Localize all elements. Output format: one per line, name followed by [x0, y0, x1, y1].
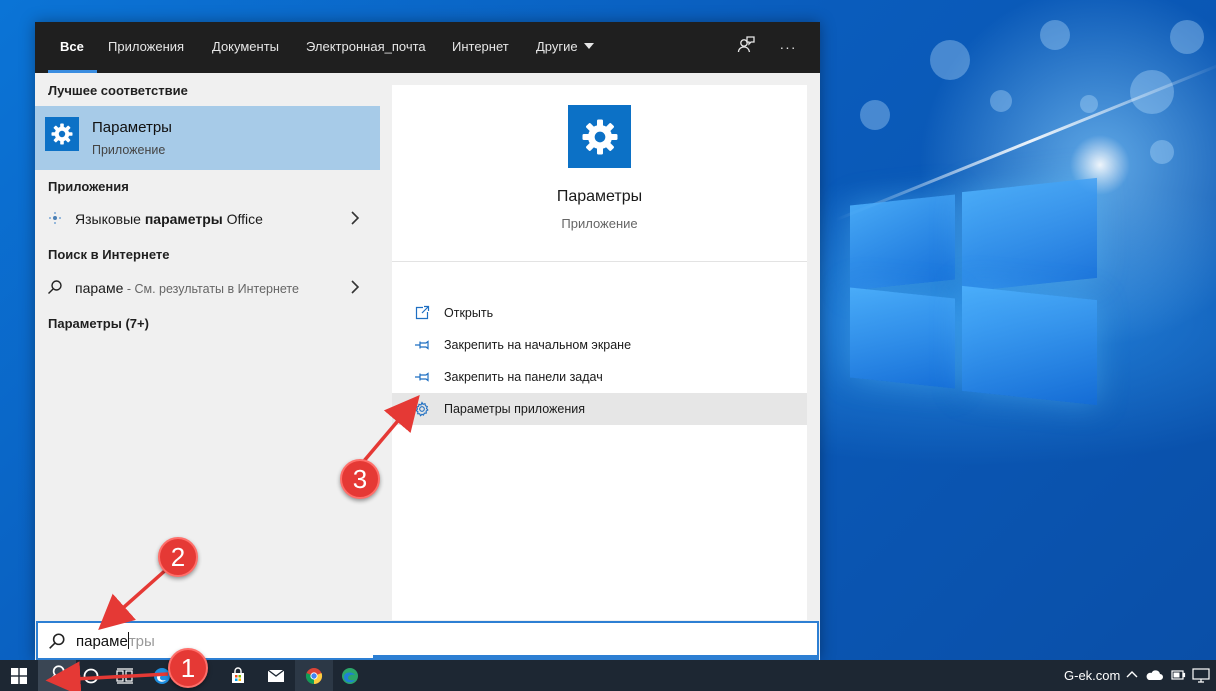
list-item-label: Языковые параметры Office: [75, 211, 263, 227]
cortana-icon[interactable]: [72, 660, 110, 691]
action-pin-start[interactable]: Закрепить на начальном экране: [392, 329, 807, 361]
search-icon: [48, 632, 66, 650]
windows-logo-pane: [850, 194, 955, 291]
tab-apps[interactable]: Приложения: [108, 22, 184, 73]
action-app-settings[interactable]: Параметры приложения: [392, 393, 807, 425]
search-icon: [48, 664, 66, 687]
action-label: Закрепить на панели задач: [444, 370, 603, 384]
chevron-up-icon[interactable]: [1124, 667, 1142, 685]
tray-site-label: G-ek.com: [1064, 668, 1121, 683]
best-match-settings[interactable]: Параметры Приложение: [35, 106, 380, 170]
battery-icon[interactable]: [1170, 667, 1188, 685]
search-text: параметры: [76, 632, 155, 650]
pin-icon: [414, 369, 430, 385]
mail-icon[interactable]: [257, 660, 295, 691]
more-options-icon[interactable]: ···: [776, 35, 800, 59]
action-pin-taskbar[interactable]: Закрепить на панели задач: [392, 361, 807, 393]
taskbar-search-button[interactable]: [38, 660, 76, 691]
windows-logo-pane: [962, 285, 1097, 406]
search-autocomplete-hint: тры: [128, 633, 155, 650]
best-match-title: Параметры: [92, 119, 172, 136]
tab-more[interactable]: Другие: [536, 22, 594, 73]
network-icon[interactable]: [1192, 667, 1210, 685]
annotation-badge-1: 1: [168, 648, 208, 688]
windows-logo-pane: [962, 177, 1097, 293]
caret-down-icon: [583, 43, 594, 49]
search-focus-line: [373, 655, 817, 658]
search-typed-text: параме: [76, 633, 128, 650]
windows-logo-pane: [850, 287, 955, 389]
apps-header: Приложения: [48, 179, 129, 194]
search-panel: Все Приложения Документы Электронная_поч…: [35, 22, 820, 660]
office-language-icon: [47, 210, 63, 226]
preview-subtitle: Приложение: [561, 216, 638, 231]
action-open[interactable]: Открыть: [392, 297, 807, 329]
task-view-icon[interactable]: [106, 660, 144, 691]
list-item-office-language[interactable]: Языковые параметры Office: [35, 204, 380, 234]
annotation-badge-3: 3: [340, 459, 380, 499]
action-label: Открыть: [444, 306, 494, 320]
action-label: Параметры приложения: [444, 402, 586, 416]
preview-pane: Параметры Приложение Открыть Закрепить н…: [392, 85, 807, 620]
gear-icon: [45, 117, 79, 151]
chevron-right-icon: [348, 209, 362, 227]
gear-icon: [414, 401, 430, 417]
open-icon: [414, 305, 430, 321]
divider: [392, 261, 807, 262]
tab-all[interactable]: Все: [48, 22, 97, 73]
preview-title: Параметры: [556, 188, 643, 205]
annotation-badge-2: 2: [158, 537, 198, 577]
chrome-icon[interactable]: [295, 660, 333, 691]
store-icon[interactable]: [219, 660, 257, 691]
edge-beta-icon[interactable]: [331, 660, 369, 691]
search-input[interactable]: параметры: [36, 621, 819, 660]
search-tab-bar: Все Приложения Документы Электронная_поч…: [35, 22, 820, 73]
list-item-web-search[interactable]: параме - См. результаты в Интернете: [35, 273, 380, 303]
pin-icon: [414, 337, 430, 353]
tab-documents[interactable]: Документы: [212, 22, 279, 73]
tab-email[interactable]: Электронная_почта: [306, 22, 426, 73]
search-icon: [47, 279, 63, 295]
list-item-label: параме - См. результаты в Интернете: [75, 280, 299, 296]
onedrive-icon[interactable]: [1144, 667, 1163, 685]
web-search-header: Поиск в Интернете: [48, 247, 170, 262]
settings-header[interactable]: Параметры (7+): [48, 316, 149, 331]
tab-more-label: Другие: [536, 39, 578, 54]
best-match-subtitle: Приложение: [92, 143, 166, 157]
results-list: Лучшее соответствие Параметры Приложение…: [35, 73, 380, 620]
gear-icon: [568, 105, 631, 168]
feedback-icon[interactable]: [734, 35, 758, 59]
tab-web[interactable]: Интернет: [452, 22, 509, 73]
action-label: Закрепить на начальном экране: [444, 338, 632, 352]
best-match-header: Лучшее соответствие: [48, 83, 188, 98]
windows-start-icon[interactable]: [0, 660, 38, 691]
chevron-right-icon: [348, 278, 362, 296]
